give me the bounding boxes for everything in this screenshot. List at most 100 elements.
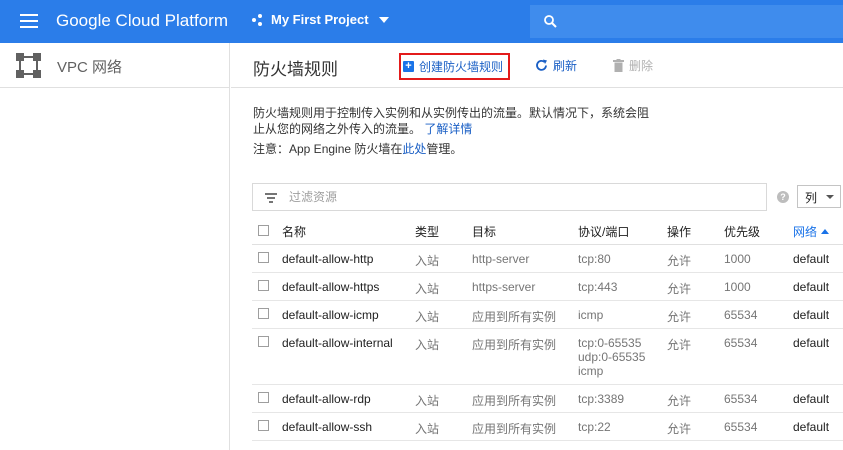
rule-name[interactable]: default-allow-rdp: [282, 384, 415, 413]
rule-priority: 65534: [724, 300, 793, 329]
brand-title[interactable]: Google Cloud Platform: [56, 11, 228, 31]
chevron-down-icon: [826, 195, 834, 199]
table-row[interactable]: default-allow-https 入站 https-server tcp:443…: [252, 272, 843, 301]
header-name[interactable]: 名称: [282, 220, 415, 245]
columns-dropdown[interactable]: 列: [797, 185, 841, 208]
sidebar: VPC 网络: [0, 43, 230, 450]
rule-name[interactable]: default-allow-icmp: [282, 300, 415, 329]
create-firewall-rule-label: 创建防火墙规则: [419, 60, 504, 74]
rule-action: 允许: [667, 300, 724, 329]
rule-target: https-server: [472, 272, 578, 301]
rule-network[interactable]: default: [793, 412, 843, 441]
row-checkbox[interactable]: [258, 307, 269, 319]
select-all-checkbox[interactable]: [258, 224, 269, 236]
rule-name[interactable]: default-allow-ssh: [282, 412, 415, 441]
table-row[interactable]: default-allow-ssh 入站 应用到所有实例 tcp:22 允许 65534 d…: [252, 412, 843, 441]
filter-bar[interactable]: [252, 183, 767, 211]
page-header: 防火墙规则 + 创建防火墙规则 刷新 删除: [231, 43, 843, 88]
app-engine-note: 注意：App Engine 防火墙在此处管理。: [253, 140, 462, 157]
header-network[interactable]: 网络: [793, 220, 843, 245]
rule-protocol: tcp:80: [578, 244, 667, 273]
header-protocol[interactable]: 协议/端口: [578, 220, 667, 245]
select-all-cell: [252, 220, 282, 245]
rule-action: 允许: [667, 384, 724, 413]
rule-name[interactable]: default-allow-https: [282, 272, 415, 301]
app-engine-firewall-link[interactable]: 此处: [402, 142, 426, 156]
rule-target: 应用到所有实例: [472, 300, 578, 329]
search-bar[interactable]: [530, 5, 843, 38]
sidebar-header: VPC 网络: [0, 43, 229, 88]
filter-icon: [265, 193, 277, 203]
note-suffix: 管理。: [426, 142, 463, 156]
rule-protocol: icmp: [578, 300, 667, 329]
row-checkbox[interactable]: [258, 391, 269, 403]
rule-action: 允许: [667, 244, 724, 273]
header-type[interactable]: 类型: [415, 220, 472, 245]
rule-network[interactable]: default: [793, 272, 843, 301]
protocol-entry: tcp:3389: [578, 391, 625, 406]
rule-network[interactable]: default: [793, 300, 843, 329]
refresh-button[interactable]: 刷新: [535, 57, 577, 74]
page-title: 防火墙规则: [253, 60, 338, 79]
project-selector[interactable]: My First Project: [252, 12, 389, 27]
search-icon: [544, 15, 557, 28]
delete-label: 删除: [629, 59, 654, 73]
row-select-cell: [252, 328, 282, 385]
delete-button[interactable]: 删除: [613, 57, 653, 74]
row-checkbox[interactable]: [258, 419, 269, 431]
add-icon: +: [403, 61, 414, 72]
table-row[interactable]: default-allow-internal 入站 应用到所有实例 tcp:0-655…: [252, 328, 843, 385]
rule-type: 入站: [415, 272, 472, 301]
rule-type: 入站: [415, 300, 472, 329]
table-row[interactable]: default-allow-http 入站 http-server tcp:80 允许 1…: [252, 244, 843, 273]
header-action[interactable]: 操作: [667, 220, 724, 245]
protocol-entry: icmp: [578, 363, 604, 378]
row-select-cell: [252, 412, 282, 441]
learn-more-link[interactable]: 了解详情: [424, 122, 472, 136]
menu-icon[interactable]: [20, 14, 38, 28]
sidebar-title: VPC 网络: [57, 59, 123, 76]
columns-label: 列: [805, 191, 818, 205]
chevron-down-icon: [378, 16, 389, 23]
protocol-entry: udp:0-65535: [578, 349, 646, 364]
header-target[interactable]: 目标: [472, 220, 578, 245]
rule-priority: 65534: [724, 384, 793, 413]
rule-action: 允许: [667, 272, 724, 301]
refresh-label: 刷新: [553, 59, 578, 73]
top-app-bar: Google Cloud Platform My First Project: [0, 0, 843, 43]
description: 防火墙规则用于控制传入实例和从实例传出的流量。默认情况下，系统会阻止从您的网络之…: [253, 105, 653, 137]
rule-target: 应用到所有实例: [472, 412, 578, 441]
rule-type: 入站: [415, 412, 472, 441]
header-priority[interactable]: 优先级: [724, 220, 793, 245]
rule-priority: 65534: [724, 328, 793, 385]
rule-target: 应用到所有实例: [472, 328, 578, 385]
rule-network[interactable]: default: [793, 244, 843, 273]
rule-network[interactable]: default: [793, 328, 843, 385]
rule-protocol: tcp:443: [578, 272, 667, 301]
rule-type: 入站: [415, 384, 472, 413]
filter-input[interactable]: [289, 184, 759, 210]
help-icon[interactable]: ?: [777, 191, 789, 203]
firewall-rules-table: 名称 类型 目标 协议/端口 操作 优先级 网络 default-allow-h…: [252, 220, 843, 441]
protocol-entry: tcp:80: [578, 251, 611, 266]
note-prefix: 注意：App Engine 防火墙在: [253, 142, 403, 156]
rule-name[interactable]: default-allow-http: [282, 244, 415, 273]
table-row[interactable]: default-allow-rdp 入站 应用到所有实例 tcp:3389 允许 6553…: [252, 384, 843, 413]
create-firewall-rule-button[interactable]: + 创建防火墙规则: [399, 53, 511, 80]
rule-name[interactable]: default-allow-internal: [282, 328, 415, 385]
rule-priority: 65534: [724, 412, 793, 441]
rule-protocol: tcp:3389: [578, 384, 667, 413]
rule-protocol: tcp:0-65535 udp:0-65535 icmp: [578, 328, 667, 385]
project-icon: [252, 13, 264, 26]
trash-icon: [613, 59, 624, 72]
rule-type: 入站: [415, 328, 472, 385]
rule-network[interactable]: default: [793, 384, 843, 413]
row-checkbox[interactable]: [258, 279, 269, 291]
row-select-cell: [252, 300, 282, 329]
row-checkbox[interactable]: [258, 251, 269, 263]
row-checkbox[interactable]: [258, 335, 269, 347]
protocol-entry: tcp:22: [578, 419, 611, 434]
table-row[interactable]: default-allow-icmp 入站 应用到所有实例 icmp 允许 65534 de…: [252, 300, 843, 329]
header-network-label: 网络: [793, 225, 818, 240]
protocol-entry: tcp:0-65535: [578, 335, 642, 350]
